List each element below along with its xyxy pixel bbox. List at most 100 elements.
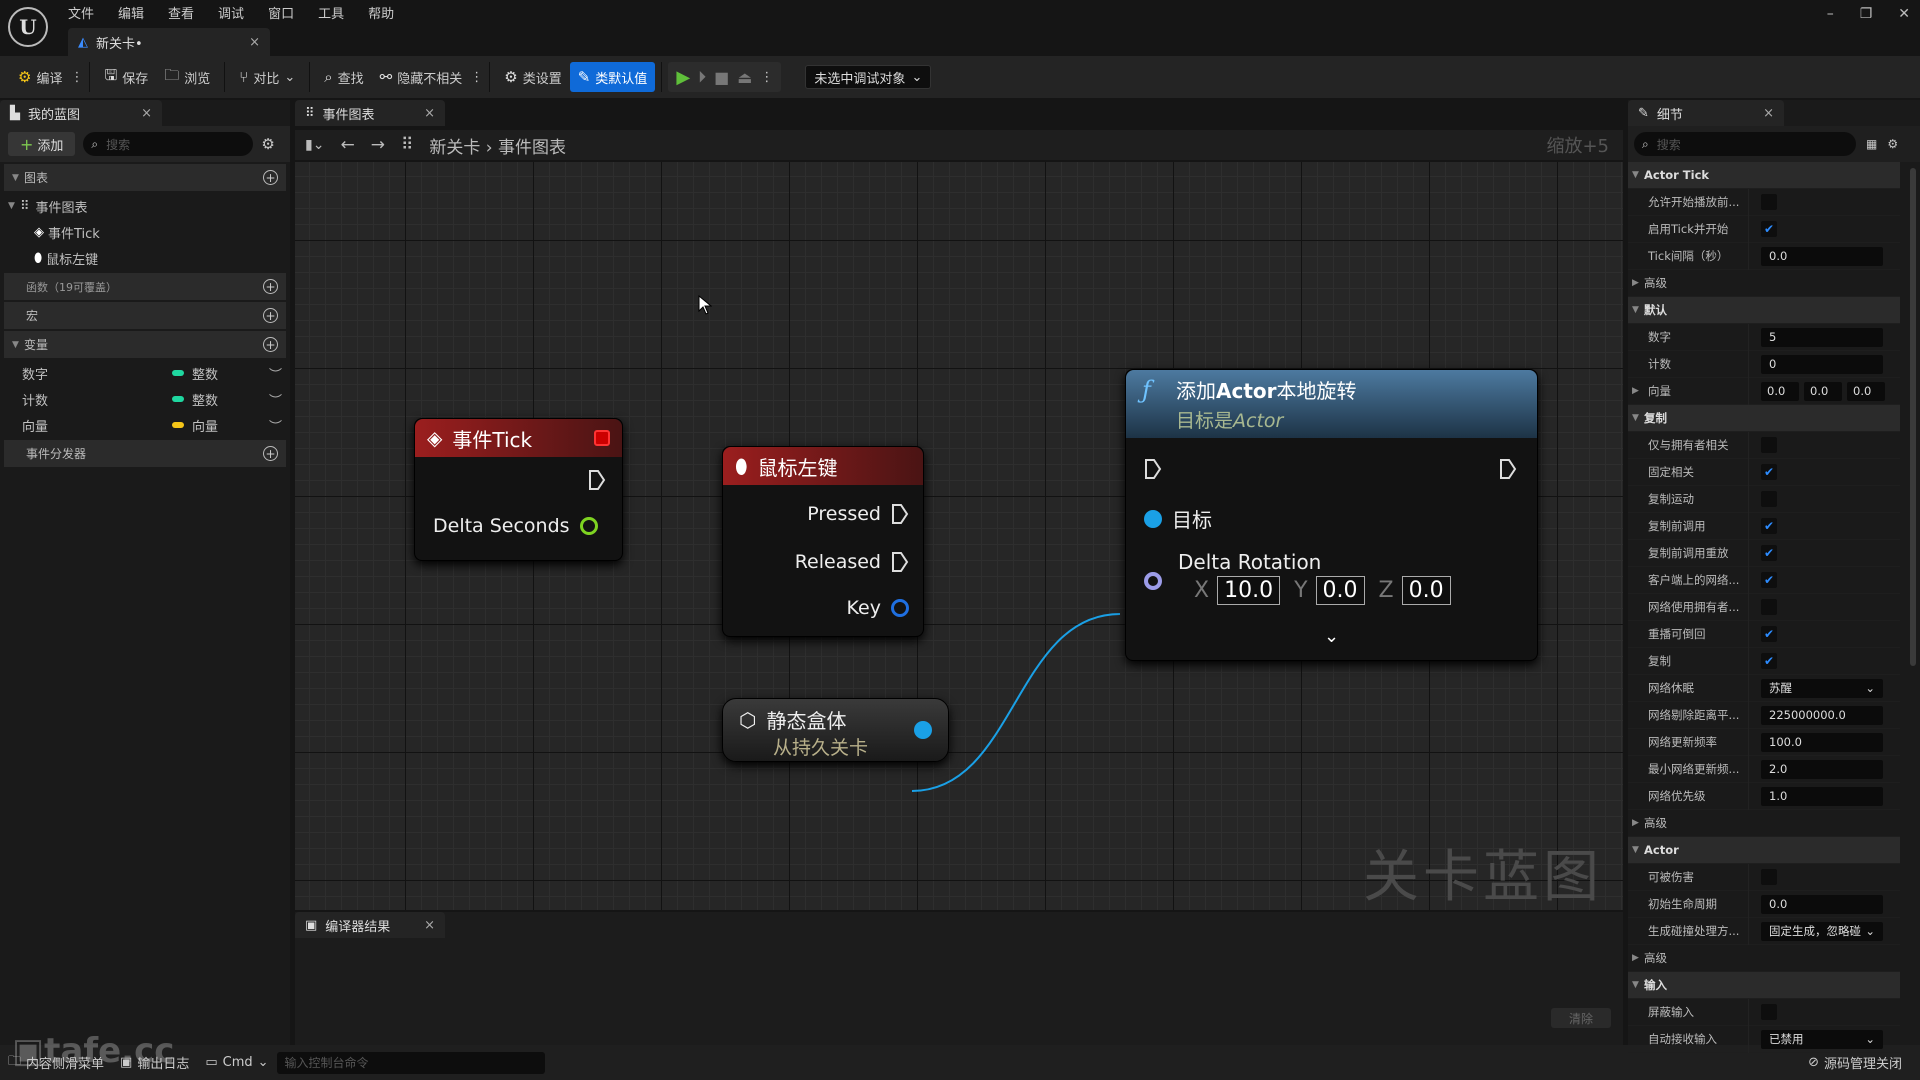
static-mesh-actor-node[interactable]: ⬡ 静态盒体 从持久关卡	[722, 698, 949, 762]
menu-tools[interactable]: 工具	[318, 3, 344, 22]
hide-unrelated-button[interactable]: ⚯ 隐藏不相关	[372, 62, 471, 92]
close-icon[interactable]: ×	[424, 106, 435, 121]
pressed-pin[interactable]: Pressed	[807, 503, 909, 525]
property-checkbox[interactable]: ✔	[1761, 626, 1777, 642]
more-options-icon[interactable]: ⋮	[70, 70, 83, 85]
key-pin[interactable]: Key	[847, 597, 909, 619]
collapsed-triangle-icon[interactable]: ▶	[1632, 386, 1644, 396]
property-input[interactable]: 100.0	[1761, 732, 1883, 752]
mouse-left-item[interactable]: ⬮ 鼠标左键	[0, 245, 290, 271]
close-icon[interactable]: ×	[249, 35, 260, 50]
visibility-eye-icon[interactable]: ︶	[269, 364, 282, 383]
details-section-header[interactable]: ▼ 输入	[1628, 972, 1900, 999]
property-input[interactable]: 0.0	[1761, 246, 1883, 266]
event-tick-node[interactable]: ◈ 事件Tick Delta Seconds	[414, 418, 623, 561]
play-icon[interactable]: ▶	[676, 67, 690, 88]
property-checkbox[interactable]	[1761, 194, 1777, 210]
diff-button[interactable]: ⑂ 对比 ⌄	[231, 62, 303, 92]
property-dropdown[interactable]: 苏醒 ⌄	[1761, 678, 1883, 698]
browse-button[interactable]: 🗀 浏览	[156, 62, 218, 92]
forward-arrow-icon[interactable]: →	[371, 135, 385, 155]
save-button[interactable]: 🖫 保存	[96, 62, 156, 92]
advanced-subsection[interactable]: ▶ 高级	[1628, 810, 1900, 837]
property-checkbox[interactable]	[1761, 1004, 1777, 1020]
property-checkbox[interactable]	[1761, 491, 1777, 507]
compiler-results-tab[interactable]: ▣ 编译器结果 ×	[295, 912, 445, 938]
close-icon[interactable]: ×	[424, 918, 435, 933]
add-dispatcher-icon[interactable]: +	[263, 446, 278, 461]
console-command-input[interactable]: 输入控制台命令	[276, 1051, 545, 1074]
event-tick-item[interactable]: ◈ 事件Tick	[0, 219, 290, 245]
rotation-z-input[interactable]: 0.0	[1401, 576, 1451, 605]
close-icon[interactable]: ×	[141, 106, 152, 121]
menu-debug[interactable]: 调试	[218, 3, 244, 22]
vector-component-input[interactable]: 0.0	[1804, 381, 1842, 401]
details-section-header[interactable]: ▼ Actor Tick	[1628, 162, 1900, 189]
macros-section-header[interactable]: 宏 +	[4, 302, 286, 329]
eject-icon[interactable]: ⏏	[737, 68, 752, 87]
add-actor-local-rotation-node[interactable]: ƒ 添加Actor本地旋转 目标是Actor 目标 Delta Rotation…	[1125, 369, 1538, 661]
step-icon[interactable]: ⏵	[698, 67, 706, 87]
close-icon[interactable]: ×	[1763, 106, 1774, 121]
details-section-header[interactable]: ▼ Actor	[1628, 837, 1900, 864]
property-input[interactable]: 0.0	[1761, 894, 1883, 914]
property-checkbox[interactable]: ✔	[1761, 572, 1777, 588]
menu-help[interactable]: 帮助	[368, 3, 394, 22]
property-checkbox[interactable]	[1761, 599, 1777, 615]
graph-canvas[interactable]: ◈ 事件Tick Delta Seconds ⬮ 鼠标左键 Pressed Rele…	[295, 162, 1623, 910]
close-window-icon[interactable]: ✕	[1898, 6, 1910, 22]
property-checkbox[interactable]: ✔	[1761, 221, 1777, 237]
rotation-x-input[interactable]: 10.0	[1217, 576, 1281, 605]
variables-section-header[interactable]: ▼ 变量 +	[4, 331, 286, 358]
document-tab[interactable]: ◭ 新关卡• ×	[68, 28, 270, 56]
clear-button[interactable]: 清除	[1551, 1008, 1611, 1028]
my-blueprint-tab[interactable]: ▙ 我的蓝图 ×	[0, 100, 162, 126]
menu-edit[interactable]: 编辑	[118, 3, 144, 22]
event-graph-item[interactable]: ▼ ⠿ 事件图表	[0, 193, 290, 219]
event-graph-tab[interactable]: ⠿ 事件图表 ×	[295, 100, 445, 126]
exec-out-pin[interactable]	[1499, 458, 1517, 480]
property-checkbox[interactable]: ✔	[1761, 653, 1777, 669]
details-section-header[interactable]: ▼ 默认	[1628, 297, 1900, 324]
functions-section-header[interactable]: 函数（19可覆盖） +	[4, 273, 286, 300]
details-section-header[interactable]: ▼ 复制	[1628, 405, 1900, 432]
exec-in-pin[interactable]	[1144, 458, 1162, 480]
property-checkbox[interactable]: ✔	[1761, 518, 1777, 534]
add-function-icon[interactable]: +	[263, 279, 278, 294]
breadcrumb-graph[interactable]: 事件图表	[498, 138, 566, 158]
bookmark-icon[interactable]: ▮⌄	[305, 137, 324, 153]
property-input[interactable]: 5	[1761, 327, 1883, 347]
breadcrumb-level[interactable]: 新关卡	[429, 138, 480, 158]
rotation-y-input[interactable]: 0.0	[1315, 576, 1365, 605]
menu-file[interactable]: 文件	[68, 3, 94, 22]
compile-button[interactable]: ⚙ 编译	[10, 62, 70, 92]
property-dropdown[interactable]: 已禁用 ⌄	[1761, 1029, 1883, 1049]
graphs-section-header[interactable]: ▼ 图表 +	[4, 164, 286, 191]
property-checkbox[interactable]: ✔	[1761, 464, 1777, 480]
stop-icon[interactable]: ■	[714, 68, 729, 87]
property-input[interactable]: 2.0	[1761, 759, 1883, 779]
vector-component-input[interactable]: 0.0	[1847, 381, 1885, 401]
vector-component-input[interactable]: 0.0	[1761, 381, 1799, 401]
class-defaults-button[interactable]: ✎ 类默认值	[569, 62, 656, 92]
variable-item[interactable]: 向量 向量 ︶	[0, 412, 290, 438]
class-settings-button[interactable]: ⚙ 类设置	[496, 62, 569, 92]
property-input[interactable]: 1.0	[1761, 786, 1883, 806]
released-pin[interactable]: Released	[795, 551, 909, 573]
restore-icon[interactable]: ❐	[1860, 6, 1873, 22]
gear-icon[interactable]: ⚙	[1887, 137, 1898, 151]
menu-window[interactable]: 窗口	[268, 3, 294, 22]
property-checkbox[interactable]	[1761, 869, 1777, 885]
back-arrow-icon[interactable]: ←	[340, 135, 354, 155]
advanced-subsection[interactable]: ▶ 高级	[1628, 945, 1900, 972]
details-tab[interactable]: ✎ 细节 ×	[1628, 100, 1784, 126]
mouse-left-node[interactable]: ⬮ 鼠标左键 Pressed Released Key	[722, 446, 924, 637]
dispatchers-section-header[interactable]: 事件分发器 +	[4, 440, 286, 467]
add-graph-icon[interactable]: +	[263, 170, 278, 185]
rotator-pin-icon[interactable]	[1144, 572, 1162, 590]
menu-view[interactable]: 查看	[168, 3, 194, 22]
debug-target-dropdown[interactable]: 未选中调试对象 ⌄	[805, 65, 932, 89]
table-view-icon[interactable]: ▦	[1866, 137, 1877, 151]
property-checkbox[interactable]	[1761, 437, 1777, 453]
more-options-icon[interactable]: ⋮	[470, 70, 483, 85]
